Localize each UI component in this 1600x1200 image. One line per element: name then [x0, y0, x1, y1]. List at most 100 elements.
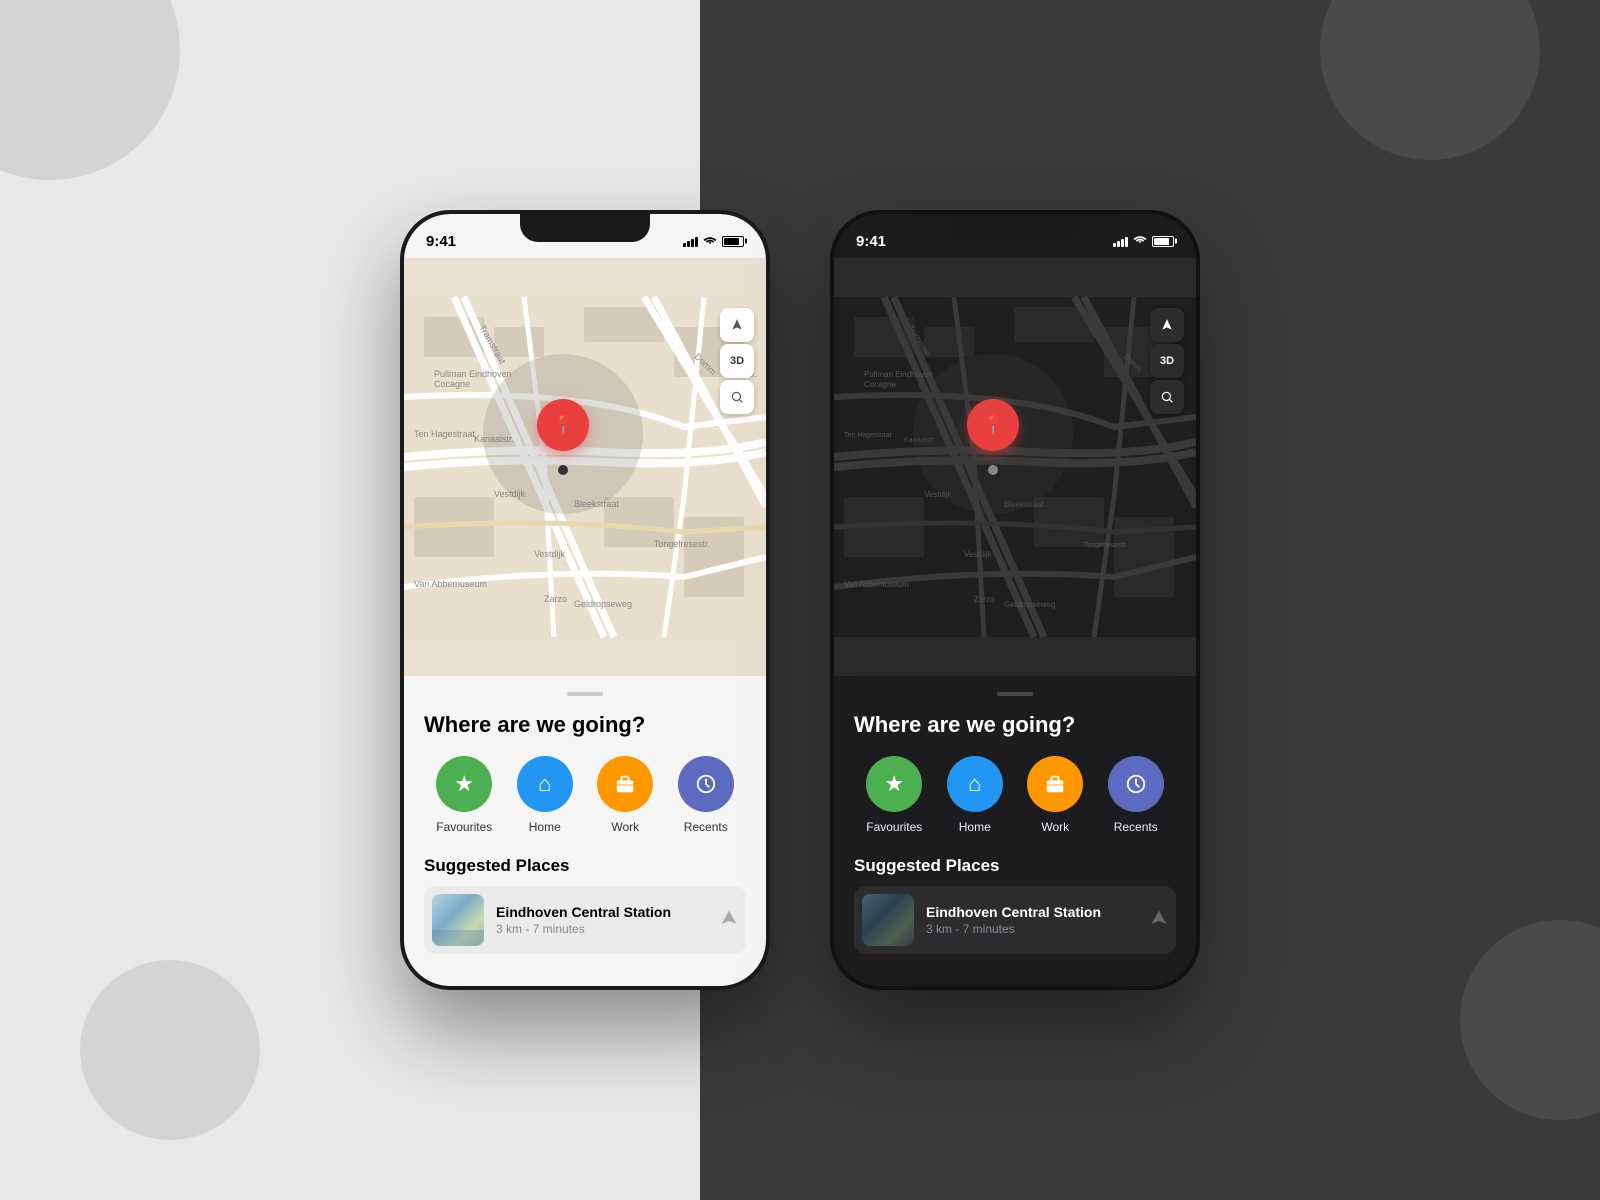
signal-bar-1 [683, 243, 686, 247]
home-label-light: Home [529, 820, 561, 834]
location-pin-light[interactable]: 📍 [537, 399, 589, 451]
favourites-label-light: Favourites [436, 820, 492, 834]
svg-text:Tongelresestr.: Tongelresestr. [1084, 542, 1128, 549]
briefcase-icon-light [614, 773, 636, 795]
place-nav-icon-light [720, 909, 738, 932]
signal-bar-d1 [1113, 243, 1116, 247]
svg-text:Vestdijk: Vestdijk [534, 549, 566, 559]
status-time-dark: 9:41 [856, 233, 886, 250]
briefcase-icon-dark [1044, 773, 1066, 795]
work-label-dark: Work [1041, 820, 1069, 834]
place-info-light: Eindhoven Central Station 3 km - 7 minut… [496, 904, 708, 936]
recents-label-dark: Recents [1114, 820, 1158, 834]
bottom-panel-light: Where are we going? ★ Favourites ⌂ Home [404, 676, 766, 986]
place-thumbnail-dark [862, 894, 914, 946]
map-area-light[interactable]: Pullman Eindhoven Cocagne Ten Hagestraat… [404, 258, 766, 676]
action-work-light[interactable]: Work [597, 756, 653, 834]
place-item-station-light[interactable]: Eindhoven Central Station 3 km - 7 minut… [424, 886, 746, 954]
action-favourites-light[interactable]: ★ Favourites [436, 756, 492, 834]
bottom-panel-dark: Where are we going? ★ Favourites ⌂ Home [834, 676, 1196, 986]
work-circle-dark [1027, 756, 1083, 812]
action-recents-dark[interactable]: Recents [1108, 756, 1164, 834]
place-thumbnail-light [432, 894, 484, 946]
signal-bar-4 [695, 237, 698, 247]
favourites-icon-dark: ★ [884, 771, 904, 797]
search-button-dark[interactable] [1150, 380, 1184, 414]
place-name-light: Eindhoven Central Station [496, 904, 708, 920]
signal-bar-2 [687, 241, 690, 247]
status-icons-dark [1113, 232, 1174, 250]
quick-actions-dark: ★ Favourites ⌂ Home Work [854, 756, 1176, 834]
battery-icon-light [722, 236, 744, 247]
svg-text:Pullman Eindhoven: Pullman Eindhoven [434, 369, 512, 379]
map-controls-dark: 3D [1150, 308, 1184, 414]
home-circle-light: ⌂ [517, 756, 573, 812]
svg-text:Tongelresestr.: Tongelresestr. [654, 539, 710, 549]
map-controls-light: 3D [720, 308, 754, 414]
3d-button-dark[interactable]: 3D [1150, 344, 1184, 378]
signal-icon-dark [1113, 235, 1128, 247]
work-circle-light [597, 756, 653, 812]
3d-button-light[interactable]: 3D [720, 344, 754, 378]
svg-text:Cocagne: Cocagne [864, 380, 897, 389]
wifi-icon-light [703, 234, 717, 249]
3d-label-dark: 3D [1160, 355, 1174, 367]
recents-label-light: Recents [684, 820, 728, 834]
phone-light: 9:41 [400, 210, 770, 990]
home-circle-dark: ⌂ [947, 756, 1003, 812]
pin-dot-dark [988, 465, 998, 475]
action-home-light[interactable]: ⌂ Home [517, 756, 573, 834]
pin-circle-dark: 📍 [967, 399, 1019, 451]
favourites-circle-dark: ★ [866, 756, 922, 812]
navigation-button-dark[interactable] [1150, 308, 1184, 342]
wifi-icon-dark [1133, 232, 1147, 250]
navigation-button-light[interactable] [720, 308, 754, 342]
notch-light [520, 214, 650, 242]
home-label-dark: Home [959, 820, 991, 834]
battery-icon-dark [1152, 236, 1174, 247]
favourites-icon-light: ★ [454, 771, 474, 797]
quick-actions-light: ★ Favourites ⌂ Home Work [424, 756, 746, 834]
signal-bar-3 [691, 239, 694, 247]
screen-light: 9:41 [404, 214, 766, 986]
pin-icon-light: 📍 [552, 415, 574, 436]
svg-text:Ten Hagestraat: Ten Hagestraat [844, 432, 892, 439]
svg-text:Geldropseweg: Geldropseweg [574, 599, 632, 609]
place-meta-dark: 3 km - 7 minutes [926, 922, 1138, 936]
status-time-light: 9:41 [426, 233, 456, 250]
place-item-station-dark[interactable]: Eindhoven Central Station 3 km - 7 minut… [854, 886, 1176, 954]
svg-text:Zarzo: Zarzo [974, 595, 995, 604]
panel-handle-light [567, 692, 603, 696]
svg-text:Van Abbemuseum: Van Abbemuseum [414, 579, 487, 589]
pin-dot-light [558, 465, 568, 475]
action-favourites-dark[interactable]: ★ Favourites [866, 756, 922, 834]
panel-title-dark: Where are we going? [854, 712, 1176, 738]
clock-icon-dark [1125, 773, 1147, 795]
map-area-dark[interactable]: Pullman Eindhoven Cocagne Ten Hagestraat… [834, 258, 1196, 676]
home-icon-light: ⌂ [538, 771, 551, 797]
action-work-dark[interactable]: Work [1027, 756, 1083, 834]
signal-bar-d4 [1125, 237, 1128, 247]
signal-bar-d2 [1117, 241, 1120, 247]
signal-bar-d3 [1121, 239, 1124, 247]
location-pin-dark[interactable]: 📍 [967, 399, 1019, 451]
action-recents-light[interactable]: Recents [678, 756, 734, 834]
work-label-light: Work [611, 820, 639, 834]
search-button-light[interactable] [720, 380, 754, 414]
pin-circle-light: 📍 [537, 399, 589, 451]
svg-text:Geldropseweg: Geldropseweg [1004, 600, 1056, 609]
signal-icon-light [683, 235, 698, 247]
recents-circle-dark [1108, 756, 1164, 812]
battery-fill-dark [1154, 238, 1169, 245]
action-home-dark[interactable]: ⌂ Home [947, 756, 1003, 834]
favourites-circle-light: ★ [436, 756, 492, 812]
status-icons-light [683, 234, 744, 249]
svg-text:Van Abbemuseum: Van Abbemuseum [844, 580, 909, 589]
place-meta-light: 3 km - 7 minutes [496, 922, 708, 936]
svg-text:Pullman Eindhoven: Pullman Eindhoven [864, 370, 933, 379]
svg-text:Zarzo: Zarzo [544, 594, 567, 604]
svg-text:Cocagne: Cocagne [434, 379, 470, 389]
map-bg-dark: Pullman Eindhoven Cocagne Ten Hagestraat… [834, 258, 1196, 676]
map-bg-light: Pullman Eindhoven Cocagne Ten Hagestraat… [404, 258, 766, 676]
place-nav-icon-dark [1150, 909, 1168, 932]
